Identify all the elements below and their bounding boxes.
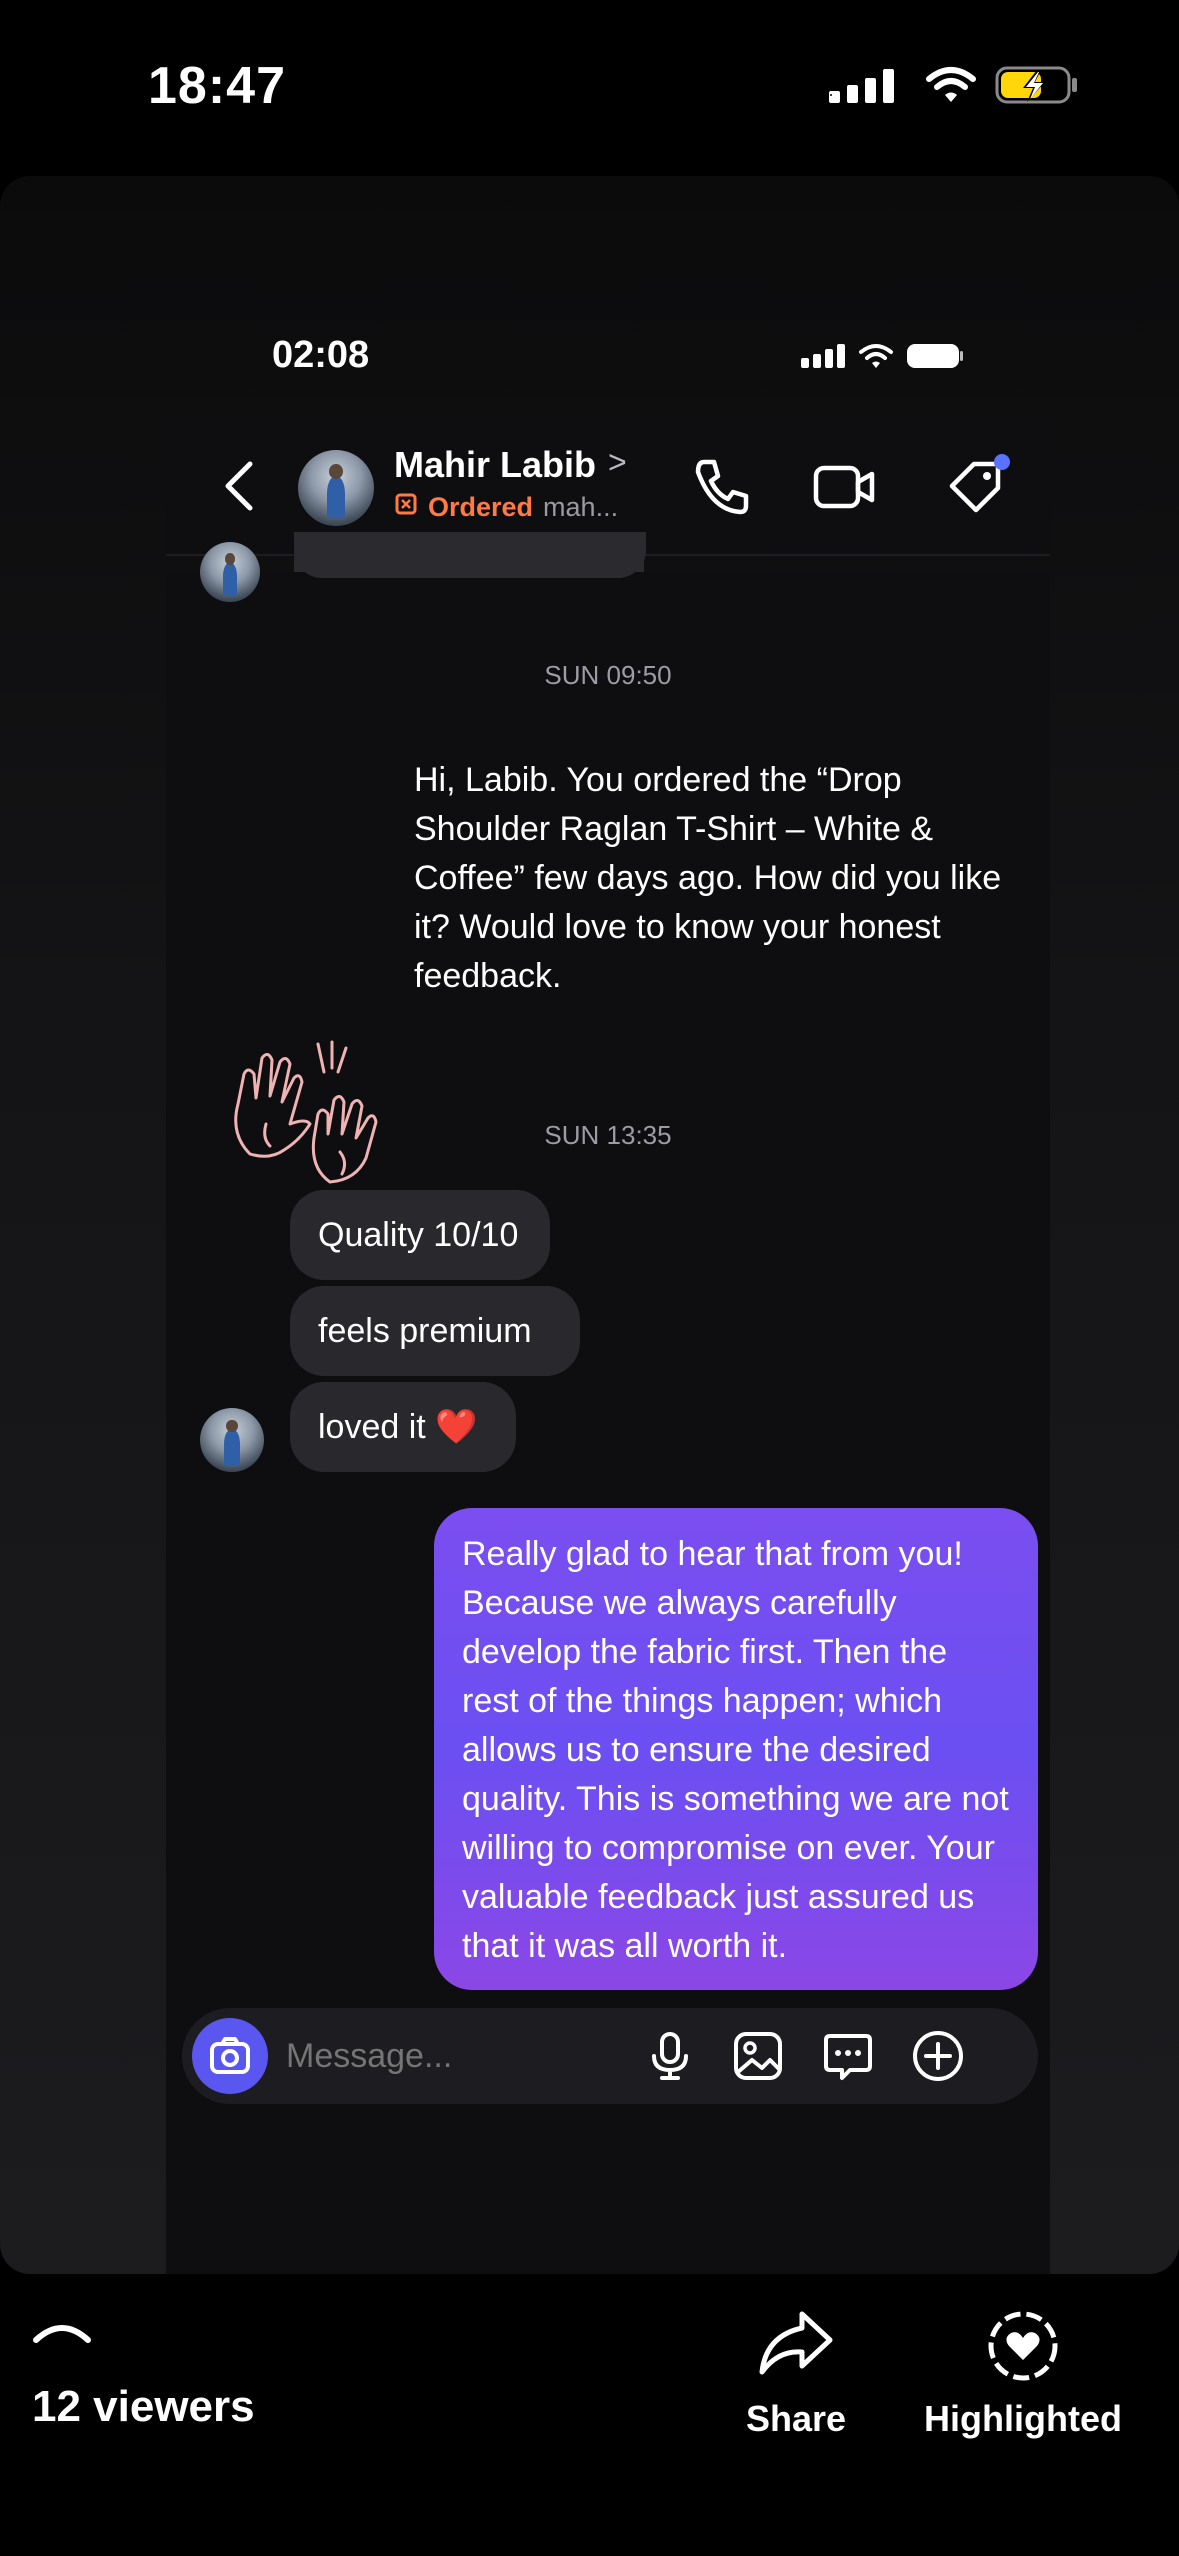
microphone-icon[interactable] [642, 2028, 698, 2084]
back-chevron-icon[interactable] [216, 456, 266, 516]
battery-charging-icon [995, 66, 1077, 104]
previous-sender-avatar [200, 542, 260, 602]
previous-message-bubble [294, 532, 646, 578]
order-status: Ordered mah... [394, 492, 618, 523]
contact-handle: mah... [543, 492, 619, 522]
incoming-message-1[interactable]: Quality 10/10 [290, 1190, 550, 1280]
highlighted-label: Highlighted [924, 2398, 1122, 2439]
highlight-heart-icon [988, 2311, 1058, 2381]
camera-button[interactable] [192, 2018, 268, 2094]
waving-hands-sticker [234, 1040, 378, 1184]
message-input[interactable] [286, 2030, 626, 2082]
timestamp-2: SUN 13:35 [544, 1120, 672, 1150]
cellular-signal-icon [829, 69, 894, 103]
story-card: 02:08 Mahir Labib > Ordered mah... SUN 0… [0, 176, 1179, 2274]
share-arrow-icon [759, 2311, 833, 2375]
ordered-label: Ordered [428, 492, 534, 522]
share-button[interactable]: Share [740, 2308, 852, 2440]
os-status-icons [827, 60, 1079, 110]
order-box-icon [394, 492, 418, 523]
incoming-sender-avatar [200, 1408, 264, 1472]
quick-reply-icon[interactable] [820, 2028, 876, 2084]
incoming-message-2[interactable]: feels premium [290, 1286, 580, 1376]
name-chevron-icon[interactable]: > [608, 444, 627, 481]
wifi-icon [926, 67, 976, 102]
outgoing-message-1[interactable]: Hi, Labib. You ordered the “Drop Shoulde… [386, 734, 1036, 1022]
camera-icon [210, 2037, 250, 2074]
message-composer [182, 2008, 1038, 2104]
share-label: Share [745, 2398, 847, 2439]
highlighted-button[interactable]: Highlighted [912, 2308, 1134, 2440]
gallery-icon[interactable] [730, 2028, 786, 2084]
timestamp-1: SUN 09:50 [544, 660, 672, 690]
add-attachment-icon[interactable] [910, 2028, 966, 2084]
chat-body: SUN 09:50 Hi, Labib. You ordered the “Dr… [166, 532, 1050, 2274]
contact-name[interactable]: Mahir Labib [394, 444, 596, 486]
outgoing-message-2[interactable]: Really glad to hear that from you! Becau… [434, 1508, 1038, 1990]
phone-call-icon[interactable] [686, 452, 756, 522]
os-clock: 18:47 [148, 57, 286, 115]
tag-icon[interactable] [942, 452, 1012, 522]
viewers-count[interactable]: 12 viewers [32, 2382, 255, 2432]
os-status-bar: 18:47 [0, 0, 1179, 176]
contact-avatar[interactable] [298, 450, 374, 526]
incoming-message-3[interactable]: loved it ❤️ [290, 1382, 516, 1472]
story-bottom-bar: 12 viewers Share Highlighted [0, 2274, 1179, 2556]
chevron-up-icon[interactable] [32, 2314, 92, 2348]
video-call-icon[interactable] [810, 452, 880, 522]
